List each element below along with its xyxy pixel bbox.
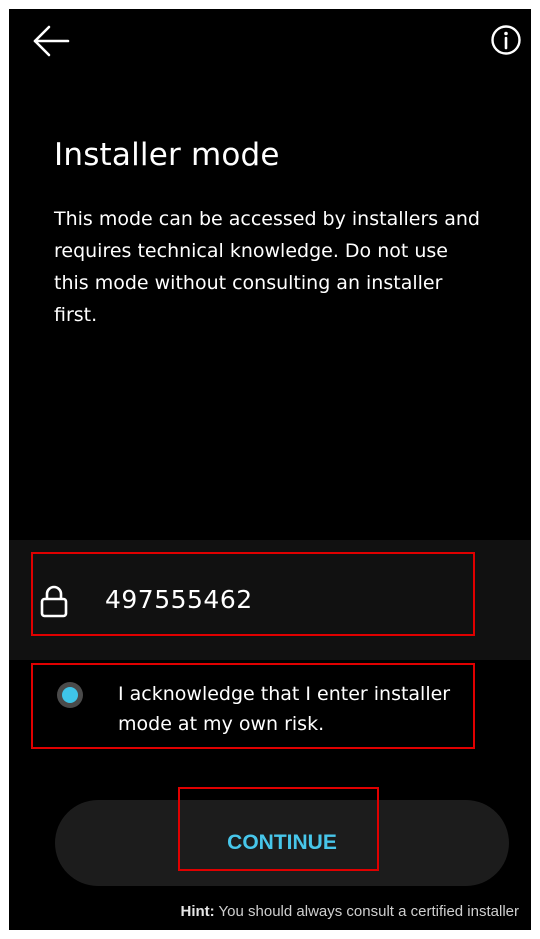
hint-label: Hint:	[180, 903, 215, 920]
arrow-left-icon	[33, 25, 70, 57]
back-button[interactable]	[31, 23, 71, 59]
info-circle-icon	[491, 25, 521, 55]
installer-code-value: 497555462	[105, 585, 253, 614]
acknowledge-label: I acknowledge that I enter installer mod…	[118, 683, 451, 735]
hint-text: Hint: You should always consult a certif…	[9, 903, 531, 920]
radio-selected-dot	[62, 687, 78, 703]
installer-code-field[interactable]	[31, 552, 475, 636]
top-bar	[9, 9, 531, 71]
acknowledge-radio[interactable]	[57, 682, 83, 708]
page-title: Installer mode	[54, 137, 280, 173]
continue-button-label: CONTINUE	[227, 831, 337, 854]
hint-message: You should always consult a certified in…	[218, 903, 519, 920]
lock-icon	[39, 584, 69, 618]
info-button[interactable]	[489, 23, 523, 57]
page-description: This mode can be accessed by installers …	[54, 208, 480, 326]
continue-button[interactable]: CONTINUE	[55, 800, 509, 886]
installer-mode-screen: Installer mode This mode can be accessed…	[9, 9, 531, 930]
